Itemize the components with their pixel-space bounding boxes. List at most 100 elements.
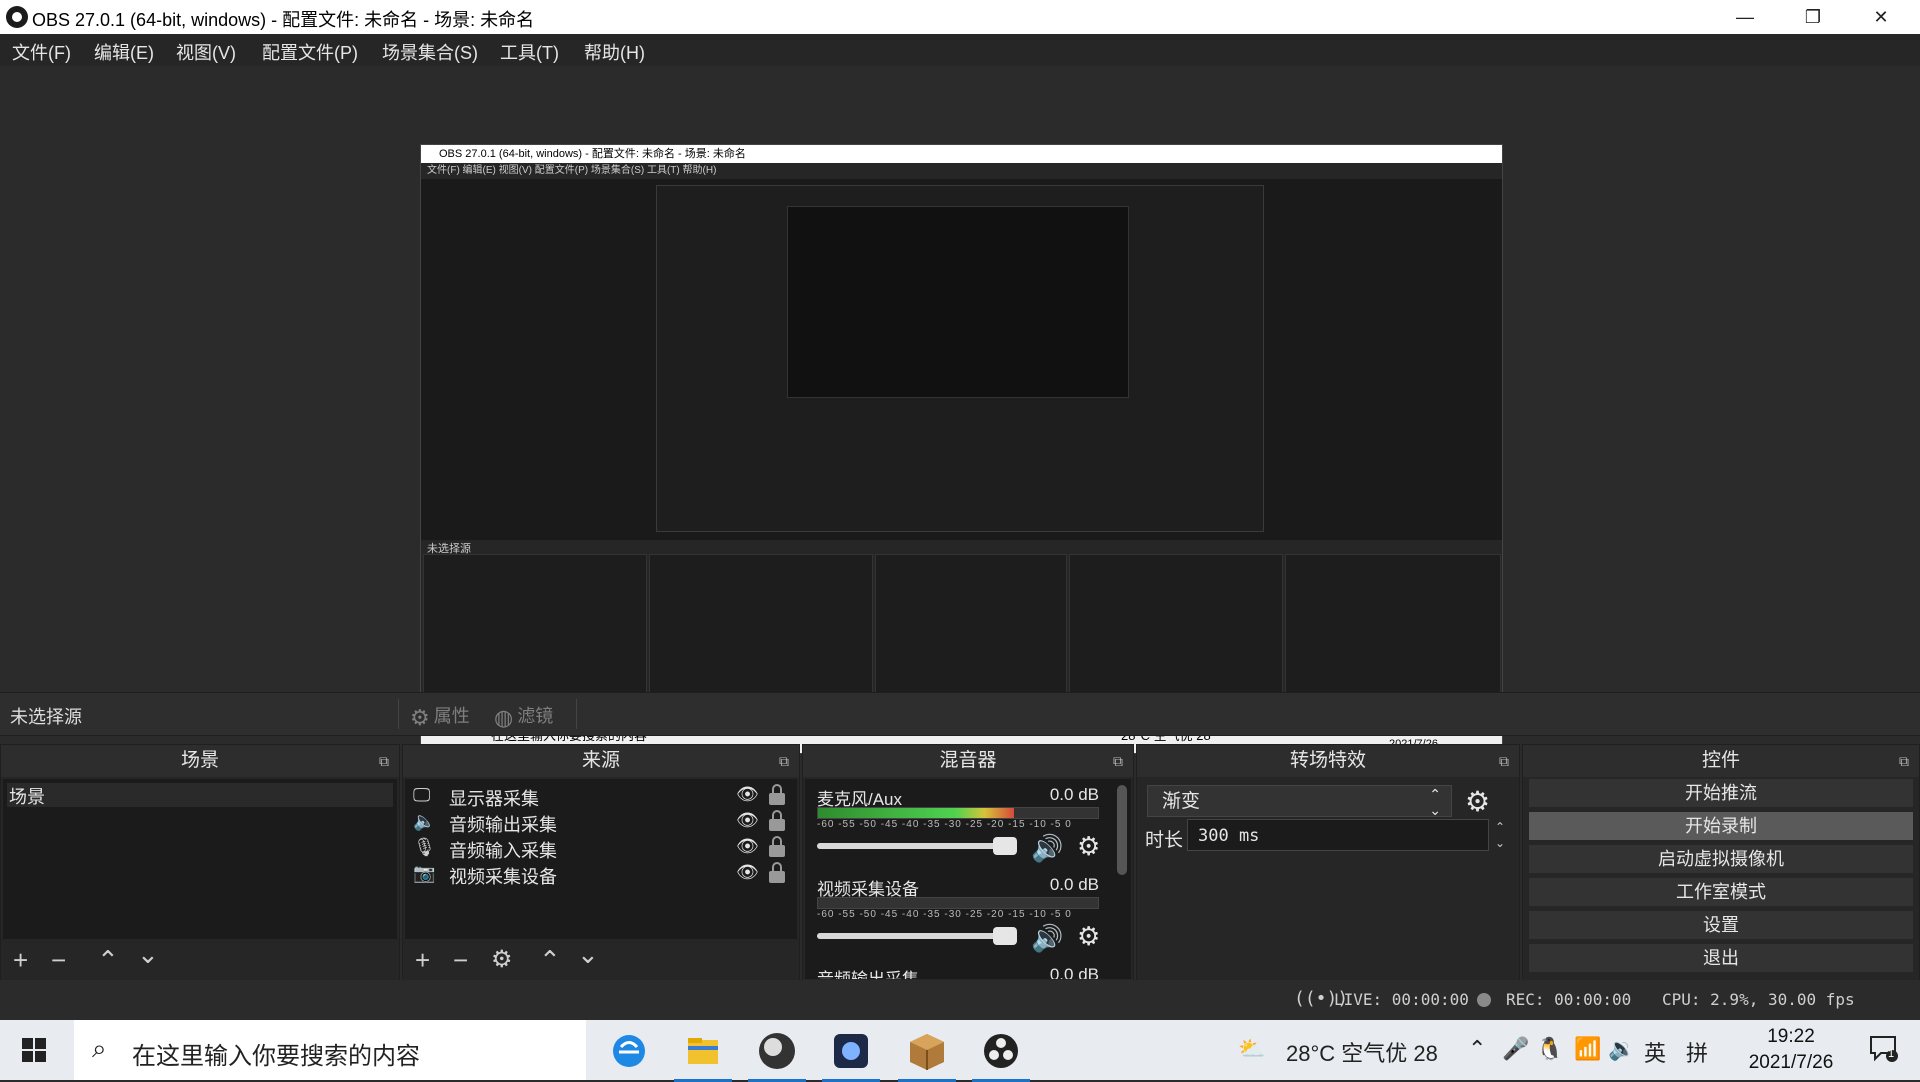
edge-browser-icon[interactable]	[606, 1028, 652, 1074]
gear-icon[interactable]: ⚙	[1077, 921, 1100, 952]
scenes-list[interactable]: 场景	[3, 779, 397, 939]
studio-mode-button[interactable]: 工作室模式	[1529, 878, 1913, 906]
scenes-toolbar: + − ⌃ ⌄	[1, 939, 399, 981]
visibility-eye-icon[interactable]: 👁	[736, 862, 759, 883]
menu-help[interactable]: 帮助(H)	[584, 39, 645, 65]
visibility-eye-icon[interactable]: 👁	[736, 836, 759, 857]
remove-scene-button[interactable]: −	[51, 945, 66, 976]
menu-view[interactable]: 视图(V)	[176, 39, 236, 65]
menu-bar: 文件(F) 编辑(E) 视图(V) 配置文件(P) 场景集合(S) 工具(T) …	[0, 34, 1920, 67]
slider-knob[interactable]	[993, 837, 1017, 855]
volume-icon[interactable]: 🔊	[1031, 923, 1063, 954]
file-explorer-icon[interactable]	[674, 1028, 732, 1082]
source-row[interactable]: 🔈 音频输出采集 👁	[409, 809, 793, 835]
weather-icon: ⛅	[1238, 1036, 1266, 1061]
cpu-fps: CPU: 2.9%, 30.00 fps	[1662, 990, 1855, 1009]
undock-icon[interactable]: ⧉	[379, 745, 389, 777]
undock-icon[interactable]: ⧉	[1113, 745, 1123, 777]
start-recording-button[interactable]: 开始录制	[1529, 812, 1913, 840]
channel-db: 0.0 dB	[1049, 875, 1099, 894]
mixer-scrollbar[interactable]	[1117, 785, 1127, 875]
input-language[interactable]: 英	[1644, 1036, 1666, 1068]
source-row[interactable]: 🖵 显示器采集 👁	[409, 783, 793, 809]
preview-mini-transitions	[1069, 554, 1283, 696]
lock-icon[interactable]	[769, 809, 785, 831]
app-avatar-icon[interactable]	[748, 1028, 806, 1082]
package-app-icon[interactable]	[898, 1028, 956, 1082]
menu-scene-collection[interactable]: 场景集合(S)	[382, 39, 478, 65]
live-timer: LIVE: 00:00:00	[1334, 990, 1469, 1009]
duration-label: 时长	[1145, 830, 1184, 851]
move-up-button[interactable]: ⌃	[97, 945, 119, 976]
properties-button[interactable]: ⚙ 属性	[410, 702, 470, 731]
menu-tools[interactable]: 工具(T)	[500, 39, 559, 65]
controls-dock: 控件 ⧉ 开始推流 开始录制 启动虚拟摄像机 工作室模式 设置 退出	[1522, 744, 1920, 982]
exit-button[interactable]: 退出	[1529, 944, 1913, 972]
preview-nested-inner	[787, 206, 1129, 398]
weather-text[interactable]: 28°C 空气优 28	[1286, 1036, 1438, 1068]
transitions-title: 转场特效	[1289, 750, 1366, 771]
volume-tray-icon[interactable]: 🔉	[1608, 1036, 1635, 1062]
preview-mini-mixer	[875, 554, 1067, 696]
taskbar-search-box[interactable]: ⌕ 在这里输入你要搜索的内容	[74, 1020, 586, 1080]
close-button[interactable]: ✕	[1846, 0, 1916, 34]
controls-title: 控件	[1701, 750, 1740, 771]
menu-file[interactable]: 文件(F)	[12, 39, 71, 65]
transitions-dock-header: 转场特效 ⧉	[1137, 745, 1519, 777]
lock-icon[interactable]	[769, 783, 785, 805]
gear-icon[interactable]: ⚙	[1077, 831, 1100, 862]
preview-canvas[interactable]: OBS 27.0.1 (64-bit, windows) - 配置文件: 未命名…	[420, 144, 1503, 754]
remove-source-button[interactable]: −	[453, 945, 468, 976]
sources-list[interactable]: 🖵 显示器采集 👁 🔈 音频输出采集 👁 🎙 音频输入采集 👁 📷 视频采集设备…	[405, 779, 797, 939]
source-row[interactable]: 📷 视频采集设备 👁	[409, 861, 793, 887]
notification-center-icon[interactable]: 1	[1868, 1034, 1898, 1062]
filter-icon: ◍	[494, 705, 514, 730]
duration-spinner-icon[interactable]: ⌃ ⌄	[1489, 819, 1511, 851]
volume-slider[interactable]	[817, 927, 1017, 945]
select-arrows-icon: ⌃ ⌄	[1429, 786, 1441, 818]
chevron-up-icon[interactable]: ⌃	[1468, 1036, 1486, 1062]
start-streaming-button[interactable]: 开始推流	[1529, 779, 1913, 807]
undock-icon[interactable]: ⧉	[1499, 745, 1509, 777]
obs-taskbar-icon[interactable]	[972, 1028, 1030, 1082]
transition-select[interactable]: 渐变 ⌃ ⌄	[1147, 785, 1452, 818]
settings-button[interactable]: 设置	[1529, 911, 1913, 939]
undock-icon[interactable]: ⧉	[1899, 745, 1909, 777]
undock-icon[interactable]: ⧉	[779, 745, 789, 777]
scene-item[interactable]: 场景	[7, 783, 393, 807]
start-virtual-camera-button[interactable]: 启动虚拟摄像机	[1529, 845, 1913, 873]
ime-mode[interactable]: 拼	[1686, 1036, 1708, 1068]
filters-button[interactable]: ◍ 滤镜	[494, 702, 553, 731]
wifi-icon[interactable]: 📶	[1574, 1036, 1601, 1062]
notification-count: 1	[1888, 1048, 1895, 1060]
visibility-eye-icon[interactable]: 👁	[736, 810, 759, 831]
menu-edit[interactable]: 编辑(E)	[94, 39, 154, 65]
meter-fill	[818, 808, 1014, 818]
lock-icon[interactable]	[769, 835, 785, 857]
move-down-button[interactable]: ⌄	[137, 939, 159, 970]
add-source-button[interactable]: +	[415, 945, 430, 976]
slider-knob[interactable]	[993, 927, 1017, 945]
filters-label: 滤镜	[517, 706, 554, 726]
gear-icon[interactable]: ⚙	[1465, 785, 1490, 818]
source-properties-button[interactable]: ⚙	[491, 945, 513, 974]
add-scene-button[interactable]: +	[13, 945, 28, 976]
windows-start-icon[interactable]	[22, 1038, 46, 1062]
minimize-button[interactable]: —	[1710, 0, 1780, 34]
source-row[interactable]: 🎙 音频输入采集 👁	[409, 835, 793, 861]
menu-profile[interactable]: 配置文件(P)	[262, 39, 358, 65]
sources-dock-header: 来源 ⧉	[403, 745, 799, 777]
game-app-icon[interactable]	[822, 1028, 880, 1082]
duration-input[interactable]: 300 ms	[1187, 819, 1489, 851]
visibility-eye-icon[interactable]: 👁	[736, 784, 759, 805]
microphone-tray-icon[interactable]: 🎤	[1502, 1036, 1529, 1062]
volume-icon[interactable]: 🔊	[1031, 833, 1063, 864]
system-clock[interactable]: 19:22 2021/7/26	[1736, 1024, 1846, 1076]
maximize-button[interactable]: ❐	[1778, 0, 1848, 34]
lock-icon[interactable]	[769, 861, 785, 883]
qq-tray-icon[interactable]: 🐧	[1536, 1036, 1563, 1062]
preview-area[interactable]: OBS 27.0.1 (64-bit, windows) - 配置文件: 未命名…	[0, 66, 1920, 754]
move-down-button[interactable]: ⌄	[577, 939, 599, 970]
move-up-button[interactable]: ⌃	[539, 945, 561, 976]
volume-slider[interactable]	[817, 837, 1017, 855]
